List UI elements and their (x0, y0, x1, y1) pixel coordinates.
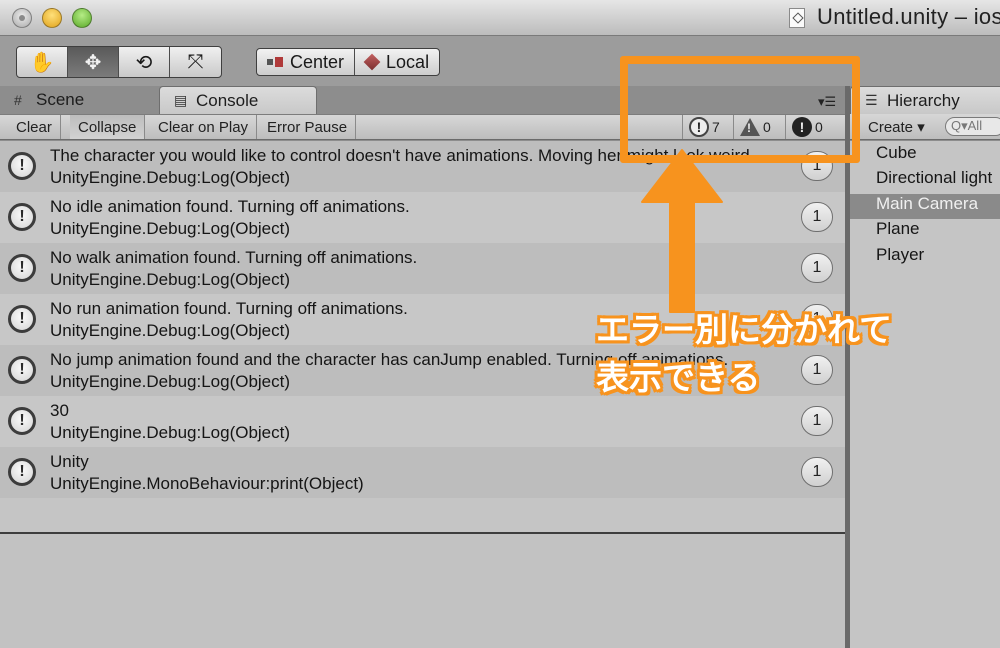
log-message: No walk animation found. Turning off ani… (50, 248, 418, 267)
scale-tool-button[interactable]: ⤧ (170, 47, 221, 77)
annotation-line-2: 表示できる (596, 359, 761, 396)
hierarchy-search-input[interactable]: Q▾All (945, 117, 1000, 136)
move-icon: ✥ (84, 51, 102, 74)
hierarchy-item-cube[interactable]: Cube (850, 143, 1000, 168)
clear-button[interactable]: Clear (8, 115, 61, 139)
log-count-badge: 1 (801, 406, 833, 436)
window-title: Untitled.unity – ios (817, 4, 1000, 29)
tab-hierarchy-label: Hierarchy (887, 90, 960, 110)
log-entry[interactable]: ! 30 UnityEngine.Debug:Log(Object) 1 (0, 396, 845, 447)
clear-on-play-button[interactable]: Clear on Play (150, 115, 258, 139)
hierarchy-toolbar: Create ▾ Q▾All (850, 114, 1000, 140)
window-titlebar: Untitled.unity – ios (0, 0, 1000, 36)
info-log-icon: ! (8, 203, 36, 231)
log-stacktrace: UnityEngine.Debug:Log(Object) (50, 372, 291, 391)
hand-tool-button[interactable]: ✋ (17, 47, 68, 77)
local-space-icon (363, 53, 381, 71)
hand-icon: ✋ (29, 51, 55, 74)
log-message: 30 (50, 401, 69, 420)
log-stacktrace: UnityEngine.MonoBehaviour:print(Object) (50, 474, 364, 493)
tab-console[interactable]: ▤ Console (159, 86, 317, 114)
log-message: Unity (50, 452, 89, 471)
annotation-line-1: エラー別に分かれて (596, 311, 893, 348)
create-dropdown-button[interactable]: Create ▾ (868, 118, 925, 136)
tab-console-label: Console (196, 90, 259, 110)
move-tool-button[interactable]: ✥ (68, 47, 119, 77)
log-detail-pane[interactable] (0, 534, 845, 648)
log-count-badge: 1 (801, 457, 833, 487)
pivot-local-label: Local (386, 51, 430, 72)
log-stacktrace: UnityEngine.Debug:Log(Object) (50, 423, 291, 442)
unity-document-icon (789, 8, 805, 28)
minimize-window-button[interactable] (42, 8, 62, 28)
hierarchy-item-main-camera[interactable]: Main Camera (850, 194, 1000, 219)
pivot-center-icon (267, 57, 283, 67)
info-log-icon: ! (8, 152, 36, 180)
tab-scene-label: Scene (36, 90, 85, 109)
tab-hierarchy[interactable]: ☰ Hierarchy (850, 86, 1000, 114)
close-window-button[interactable] (12, 8, 32, 28)
scale-icon: ⤧ (187, 50, 204, 73)
info-log-icon: ! (8, 458, 36, 486)
scene-grid-icon: # (14, 92, 22, 108)
info-log-icon: ! (8, 305, 36, 333)
console-document-icon: ▤ (174, 92, 188, 108)
info-log-icon: ! (8, 356, 36, 384)
info-log-icon: ! (8, 407, 36, 435)
pivot-center-label: Center (290, 51, 345, 72)
annotation-text: エラー別に分かれて 表示できる (596, 306, 892, 402)
log-message: No run animation found. Turning off anim… (50, 299, 408, 318)
annotation-up-arrow (641, 149, 723, 313)
transform-tools-group: ✋ ✥ ⟲ ⤧ (16, 46, 222, 78)
hierarchy-item-player[interactable]: Player (850, 245, 1000, 270)
log-stacktrace: UnityEngine.Debug:Log(Object) (50, 168, 291, 187)
log-stacktrace: UnityEngine.Debug:Log(Object) (50, 219, 291, 238)
pivot-local-button[interactable]: Local (355, 49, 439, 75)
rotate-tool-button[interactable]: ⟲ (119, 47, 170, 77)
rotate-icon: ⟲ (135, 51, 153, 74)
log-count-badge: 1 (801, 202, 833, 232)
pivot-center-button[interactable]: Center (257, 49, 356, 75)
collapse-button[interactable]: Collapse (70, 115, 146, 139)
hierarchy-item-directional-light[interactable]: Directional light (850, 168, 1000, 193)
log-count-badge: 1 (801, 253, 833, 283)
pivot-toggle-group: Center Local (256, 48, 441, 76)
log-stacktrace: UnityEngine.Debug:Log(Object) (50, 270, 291, 289)
info-log-icon: ! (8, 254, 36, 282)
hierarchy-item-plane[interactable]: Plane (850, 219, 1000, 244)
zoom-window-button[interactable] (72, 8, 92, 28)
tab-scene[interactable]: # Scene (14, 86, 84, 114)
log-entry[interactable]: ! Unity UnityEngine.MonoBehaviour:print(… (0, 447, 845, 498)
log-message: No idle animation found. Turning off ani… (50, 197, 410, 216)
hierarchy-list-icon: ☰ (865, 92, 878, 108)
log-stacktrace: UnityEngine.Debug:Log(Object) (50, 321, 291, 340)
error-pause-button[interactable]: Error Pause (259, 115, 357, 139)
